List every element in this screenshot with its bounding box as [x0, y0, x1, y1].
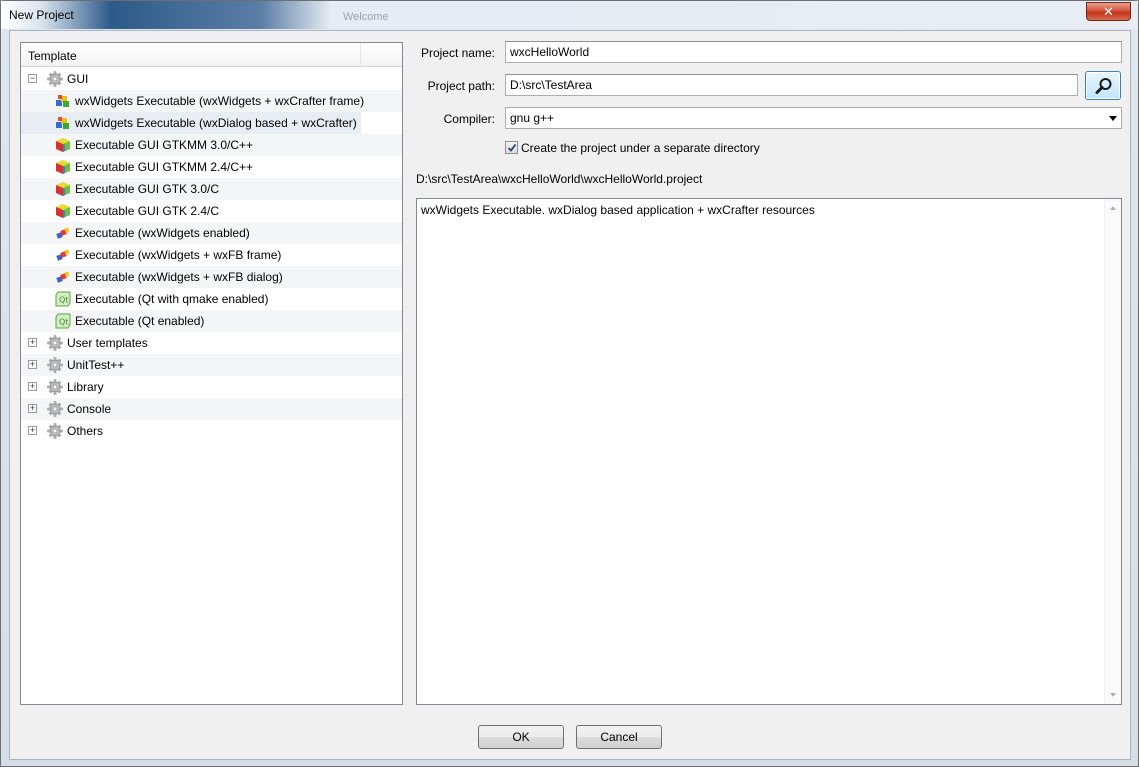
svg-text:Qt: Qt — [59, 296, 68, 305]
tree-item-label: Executable (wxWidgets + wxFB frame) — [75, 248, 282, 262]
gear-icon — [47, 71, 63, 87]
tree-item-label: wxWidgets Executable (wxDialog based + w… — [75, 116, 357, 130]
tree-item[interactable]: + User templates — [21, 332, 402, 354]
tree-item-label: Executable (wxWidgets + wxFB dialog) — [75, 270, 283, 284]
qt-icon: Qt — [55, 313, 71, 329]
tree-item-label: Executable GUI GTKMM 3.0/C++ — [75, 138, 254, 152]
ok-button[interactable]: OK — [478, 725, 564, 749]
new-project-dialog: New Project Welcome ✕ Template − GUI wxWid… — [0, 0, 1139, 767]
tree-item-label: Library — [67, 380, 104, 394]
tree-item[interactable]: − GUI — [21, 68, 402, 90]
wxwidgets-icon — [55, 269, 71, 285]
svg-text:Qt: Qt — [59, 318, 68, 327]
expand-icon[interactable]: + — [28, 404, 37, 413]
tree-item[interactable]: + Others — [21, 420, 402, 442]
tree-item-label: Executable GUI GTK 3.0/C — [75, 182, 220, 196]
separate-directory-checkbox[interactable] — [505, 141, 518, 154]
close-button[interactable]: ✕ — [1086, 2, 1131, 21]
tree-item[interactable]: Executable (wxWidgets enabled) — [21, 222, 402, 244]
tree-item[interactable]: + Console — [21, 398, 402, 420]
gear-icon — [47, 401, 63, 417]
tree-item-label: Executable GUI GTKMM 2.4/C++ — [75, 160, 254, 174]
qt-icon: Qt — [55, 291, 71, 307]
tree-item[interactable]: wxWidgets Executable (wxDialog based + w… — [21, 112, 402, 134]
tree-column-header-label: Template — [28, 49, 77, 63]
compiler-label: Compiler: — [443, 112, 495, 126]
tree-item-label: Executable (Qt with qmake enabled) — [75, 292, 269, 306]
gtk-cube-icon — [55, 181, 71, 197]
expand-icon[interactable]: + — [28, 426, 37, 435]
scroll-up-icon[interactable] — [1110, 206, 1116, 210]
tree-item-label: Executable GUI GTK 2.4/C — [75, 204, 220, 218]
tree-item[interactable]: + UnitTest++ — [21, 354, 402, 376]
tree-item[interactable]: Qt Executable (Qt with qmake enabled) — [21, 288, 402, 310]
gear-icon — [47, 357, 63, 373]
cancel-button[interactable]: Cancel — [576, 725, 662, 749]
project-file-path: D:\src\TestArea\wxcHelloWorld\wxcHelloWo… — [416, 172, 703, 186]
tree-item[interactable]: + Library — [21, 376, 402, 398]
collapse-icon[interactable]: − — [28, 74, 37, 83]
chevron-down-icon[interactable] — [1109, 116, 1117, 121]
project-name-input[interactable]: wxcHelloWorld — [505, 41, 1122, 63]
gtk-cube-icon — [55, 159, 71, 175]
tree-item-label: Executable (wxWidgets enabled) — [75, 226, 250, 240]
expand-icon[interactable]: + — [28, 360, 37, 369]
wxwidgets-icon — [55, 247, 71, 263]
gear-icon — [47, 335, 63, 351]
compiler-selected-value: gnu g++ — [510, 111, 555, 125]
tree-item-label: wxWidgets Executable (wxWidgets + wxCraf… — [75, 94, 365, 108]
column-separator[interactable] — [360, 43, 361, 67]
expand-icon[interactable]: + — [28, 382, 37, 391]
tree-item[interactable]: Executable (wxWidgets + wxFB frame) — [21, 244, 402, 266]
tree-item-label: GUI — [67, 72, 89, 86]
tree-item[interactable]: Executable (wxWidgets + wxFB dialog) — [21, 266, 402, 288]
window-title: New Project — [9, 8, 74, 22]
background-tab-label: Welcome — [343, 11, 389, 23]
project-path-input[interactable]: D:\src\TestArea — [505, 74, 1078, 96]
checkmark-icon — [507, 143, 517, 152]
tree-item[interactable]: Executable GUI GTK 3.0/C — [21, 178, 402, 200]
tree-item-label: Others — [67, 424, 104, 438]
compiler-dropdown[interactable]: gnu g++ — [505, 107, 1122, 129]
expand-icon[interactable]: + — [28, 338, 37, 347]
template-tree[interactable]: Template − GUI wxWidgets Executable (wxWid… — [20, 42, 403, 705]
description-scrollbar[interactable] — [1104, 199, 1121, 704]
gear-icon — [47, 423, 63, 439]
tree-item-label: Console — [67, 402, 112, 416]
tree-column-header[interactable]: Template — [21, 43, 402, 67]
scroll-down-icon[interactable] — [1110, 693, 1116, 697]
tree-item[interactable]: Qt Executable (Qt enabled) — [21, 310, 402, 332]
wxcrafter-icon — [55, 115, 71, 131]
separate-directory-label[interactable]: Create the project under a separate dire… — [521, 141, 760, 155]
tree-item-label: Executable (Qt enabled) — [75, 314, 205, 328]
wxcrafter-icon — [55, 93, 71, 109]
magnifier-icon — [1095, 78, 1112, 94]
wxwidgets-icon — [55, 225, 71, 241]
tree-item-label: UnitTest++ — [67, 358, 125, 372]
tree-item[interactable]: Executable GUI GTK 2.4/C — [21, 200, 402, 222]
gtk-cube-icon — [55, 137, 71, 153]
template-description[interactable]: wxWidgets Executable. wxDialog based app… — [416, 198, 1122, 705]
title-bar[interactable]: New Project Welcome ✕ — [1, 1, 1138, 29]
project-path-label: Project path: — [427, 79, 495, 93]
project-name-label: Project name: — [420, 46, 495, 60]
dialog-client-area: Template − GUI wxWidgets Executable (wxWid… — [9, 30, 1131, 760]
tree-item-label: User templates — [67, 336, 148, 350]
tree-item[interactable]: wxWidgets Executable (wxWidgets + wxCraf… — [21, 90, 402, 112]
tree-item[interactable]: Executable GUI GTKMM 3.0/C++ — [21, 134, 402, 156]
description-text: wxWidgets Executable. wxDialog based app… — [421, 203, 815, 217]
gear-icon — [47, 379, 63, 395]
tree-item[interactable]: Executable GUI GTKMM 2.4/C++ — [21, 156, 402, 178]
browse-path-button[interactable] — [1085, 71, 1121, 100]
close-icon: ✕ — [1103, 3, 1114, 19]
gtk-cube-icon — [55, 203, 71, 219]
